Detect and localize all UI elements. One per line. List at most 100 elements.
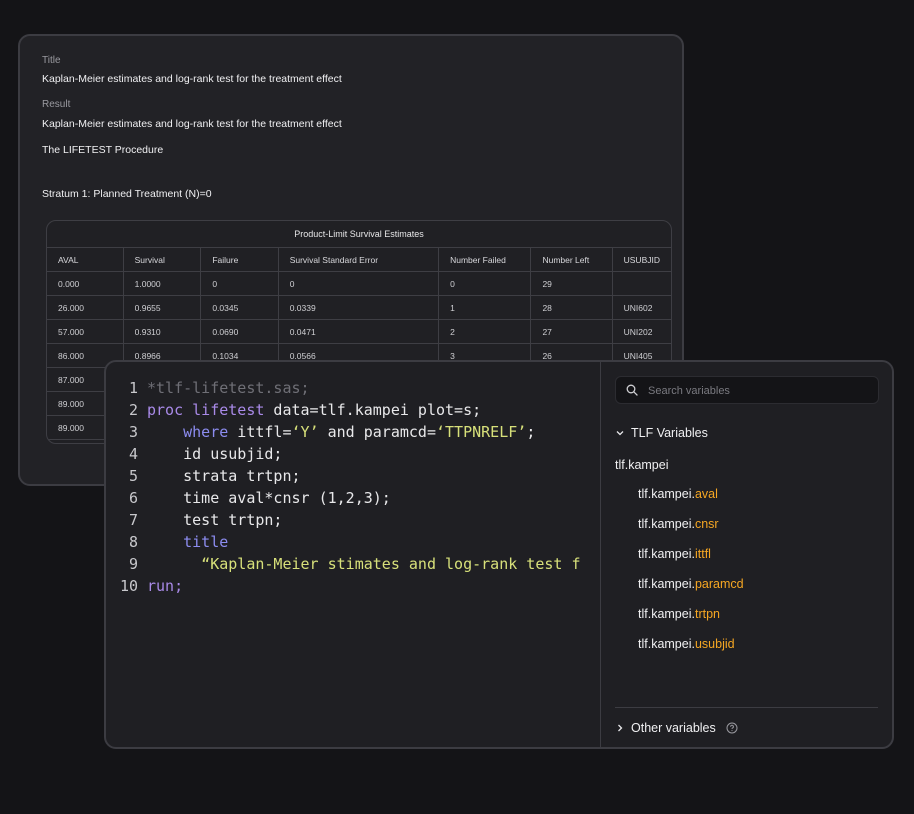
table-row: 57.000 0.9310 0.0690 0.0471 2 27 UNI202	[47, 319, 671, 344]
code-line[interactable]: 8 title	[106, 531, 228, 553]
search-box[interactable]	[615, 376, 879, 405]
table-cell: 57.000	[47, 319, 124, 344]
variable-item-cnsr[interactable]: tlf.kampei.cnsr	[638, 517, 719, 531]
result-label: Result	[42, 99, 71, 110]
search-icon	[626, 384, 638, 396]
table-cell	[612, 271, 671, 296]
title-value: Kaplan-Meier estimates and log-rank test…	[42, 73, 342, 85]
code-line[interactable]: 6 time aval*cnsr (1,2,3);	[106, 487, 391, 509]
line-number: 9	[128, 555, 138, 573]
variable-field: paramcd	[694, 577, 744, 591]
line-number: 1	[128, 379, 138, 397]
table-cell: 26.000	[47, 295, 124, 320]
table-cell: 28	[530, 295, 613, 320]
help-icon[interactable]	[726, 722, 738, 734]
code-token: *tlf-lifetest.sas;	[147, 379, 310, 397]
dataset-name: tlf.kampei	[615, 458, 669, 472]
line-number: 2	[128, 401, 138, 419]
variable-field: trtpn	[694, 607, 720, 621]
column-header: Survival Standard Error	[278, 248, 440, 272]
other-variables-label: Other variables	[631, 721, 716, 735]
variable-prefix: tlf.kampei.	[638, 517, 695, 531]
variable-field: aval	[694, 487, 718, 501]
code-token: and paramcd=	[318, 423, 436, 441]
search-input[interactable]	[646, 377, 870, 405]
code-line[interactable]: 3 where ittfl=‘Y’ and paramcd=‘TTPNRELF’…	[106, 421, 535, 443]
code-line[interactable]: 10 run;	[106, 575, 183, 597]
table-row: 26.000 0.9655 0.0345 0.0339 1 28 UNI602	[47, 295, 671, 320]
code-token: id usubjid;	[183, 445, 283, 463]
code-token: proc lifetest	[147, 401, 265, 419]
column-header: AVAL	[47, 248, 124, 272]
table-cell: 1	[438, 295, 532, 320]
line-number: 7	[128, 511, 138, 529]
stratum-heading: Stratum 1: Planned Treatment (N)=0	[42, 188, 212, 200]
code-token: ittfl=	[228, 423, 292, 441]
code-line[interactable]: 5 strata trtpn;	[106, 465, 301, 487]
table-cell: 0	[438, 271, 532, 296]
title-label: Title	[42, 55, 61, 66]
code-token: run;	[147, 577, 184, 595]
table-cell: 0.9655	[123, 295, 202, 320]
line-number: 5	[128, 467, 138, 485]
variable-item-aval[interactable]: tlf.kampei.aval	[638, 487, 718, 501]
variable-item-trtpn[interactable]: tlf.kampei.trtpn	[638, 607, 720, 621]
table-cell: UNI602	[612, 295, 671, 320]
code-line[interactable]: 7 test trtpn;	[106, 509, 283, 531]
line-number: 10	[119, 577, 138, 595]
table-cell: 0.0345	[200, 295, 279, 320]
column-header: Number Failed	[438, 248, 532, 272]
code-token: where	[183, 423, 229, 441]
table-cell: 0.9310	[123, 319, 202, 344]
variable-prefix: tlf.kampei.	[638, 637, 695, 651]
code-token: data=tlf.kampei plot=s;	[264, 401, 482, 419]
variable-item-paramcd[interactable]: tlf.kampei.paramcd	[638, 577, 744, 591]
code-token: strata trtpn;	[183, 467, 301, 485]
variable-prefix: tlf.kampei.	[638, 547, 695, 561]
table-cell: 0.0690	[200, 319, 279, 344]
variable-prefix: tlf.kampei.	[638, 487, 695, 501]
variable-item-ittfl[interactable]: tlf.kampei.ittfl	[638, 547, 711, 561]
column-header: Survival	[123, 248, 202, 272]
code-token: ‘Y’	[291, 423, 319, 441]
table-cell: 0	[278, 271, 440, 296]
code-token: title	[183, 533, 229, 551]
variables-sidebar: TLF Variables tlf.kampei tlf.kampei.aval…	[601, 362, 892, 747]
variable-prefix: tlf.kampei.	[638, 607, 695, 621]
table-cell: 0	[200, 271, 279, 296]
code-token: test trtpn;	[183, 511, 283, 529]
code-line[interactable]: 9 “Kaplan-Meier stimates and log-rank te…	[106, 553, 581, 575]
line-number: 8	[128, 533, 138, 551]
table-cell: 0.0339	[278, 295, 440, 320]
other-variables-toggle[interactable]: Other variables	[615, 721, 738, 735]
column-header: Number Left	[530, 248, 613, 272]
code-editor[interactable]: 1 *tlf-lifetest.sas; 2 proc lifetest data=t…	[106, 362, 600, 747]
section-title: TLF Variables	[631, 426, 708, 440]
table-title: Product-Limit Survival Estimates	[47, 221, 671, 248]
table-cell: UNI202	[612, 319, 671, 344]
code-token: “Kaplan-Meier stimates and log-rank test…	[201, 555, 581, 573]
code-token: ;	[526, 423, 536, 441]
variable-prefix: tlf.kampei.	[638, 577, 695, 591]
table-cell: 0.000	[47, 271, 124, 296]
code-line[interactable]: 1 *tlf-lifetest.sas;	[106, 377, 310, 399]
line-number: 4	[128, 445, 138, 463]
table-row: 0.000 1.0000 0 0 0 29	[47, 271, 671, 296]
chevron-right-icon	[618, 724, 623, 732]
column-header: USUBJID	[612, 248, 671, 272]
line-number: 6	[128, 489, 138, 507]
table-cell: 2	[438, 319, 532, 344]
chevron-down-icon	[616, 431, 624, 436]
tlf-variables-toggle[interactable]: TLF Variables	[615, 426, 708, 440]
variable-item-usubjid[interactable]: tlf.kampei.usubjid	[638, 637, 735, 651]
code-panel: 1 *tlf-lifetest.sas; 2 proc lifetest data=t…	[104, 360, 894, 749]
code-line[interactable]: 2 proc lifetest data=tlf.kampei plot=s;	[106, 399, 481, 421]
table-cell: 27	[530, 319, 613, 344]
procedure-heading: The LIFETEST Procedure	[42, 144, 164, 156]
code-line[interactable]: 4 id usubjid;	[106, 443, 283, 465]
result-value: Kaplan-Meier estimates and log-rank test…	[42, 118, 342, 130]
